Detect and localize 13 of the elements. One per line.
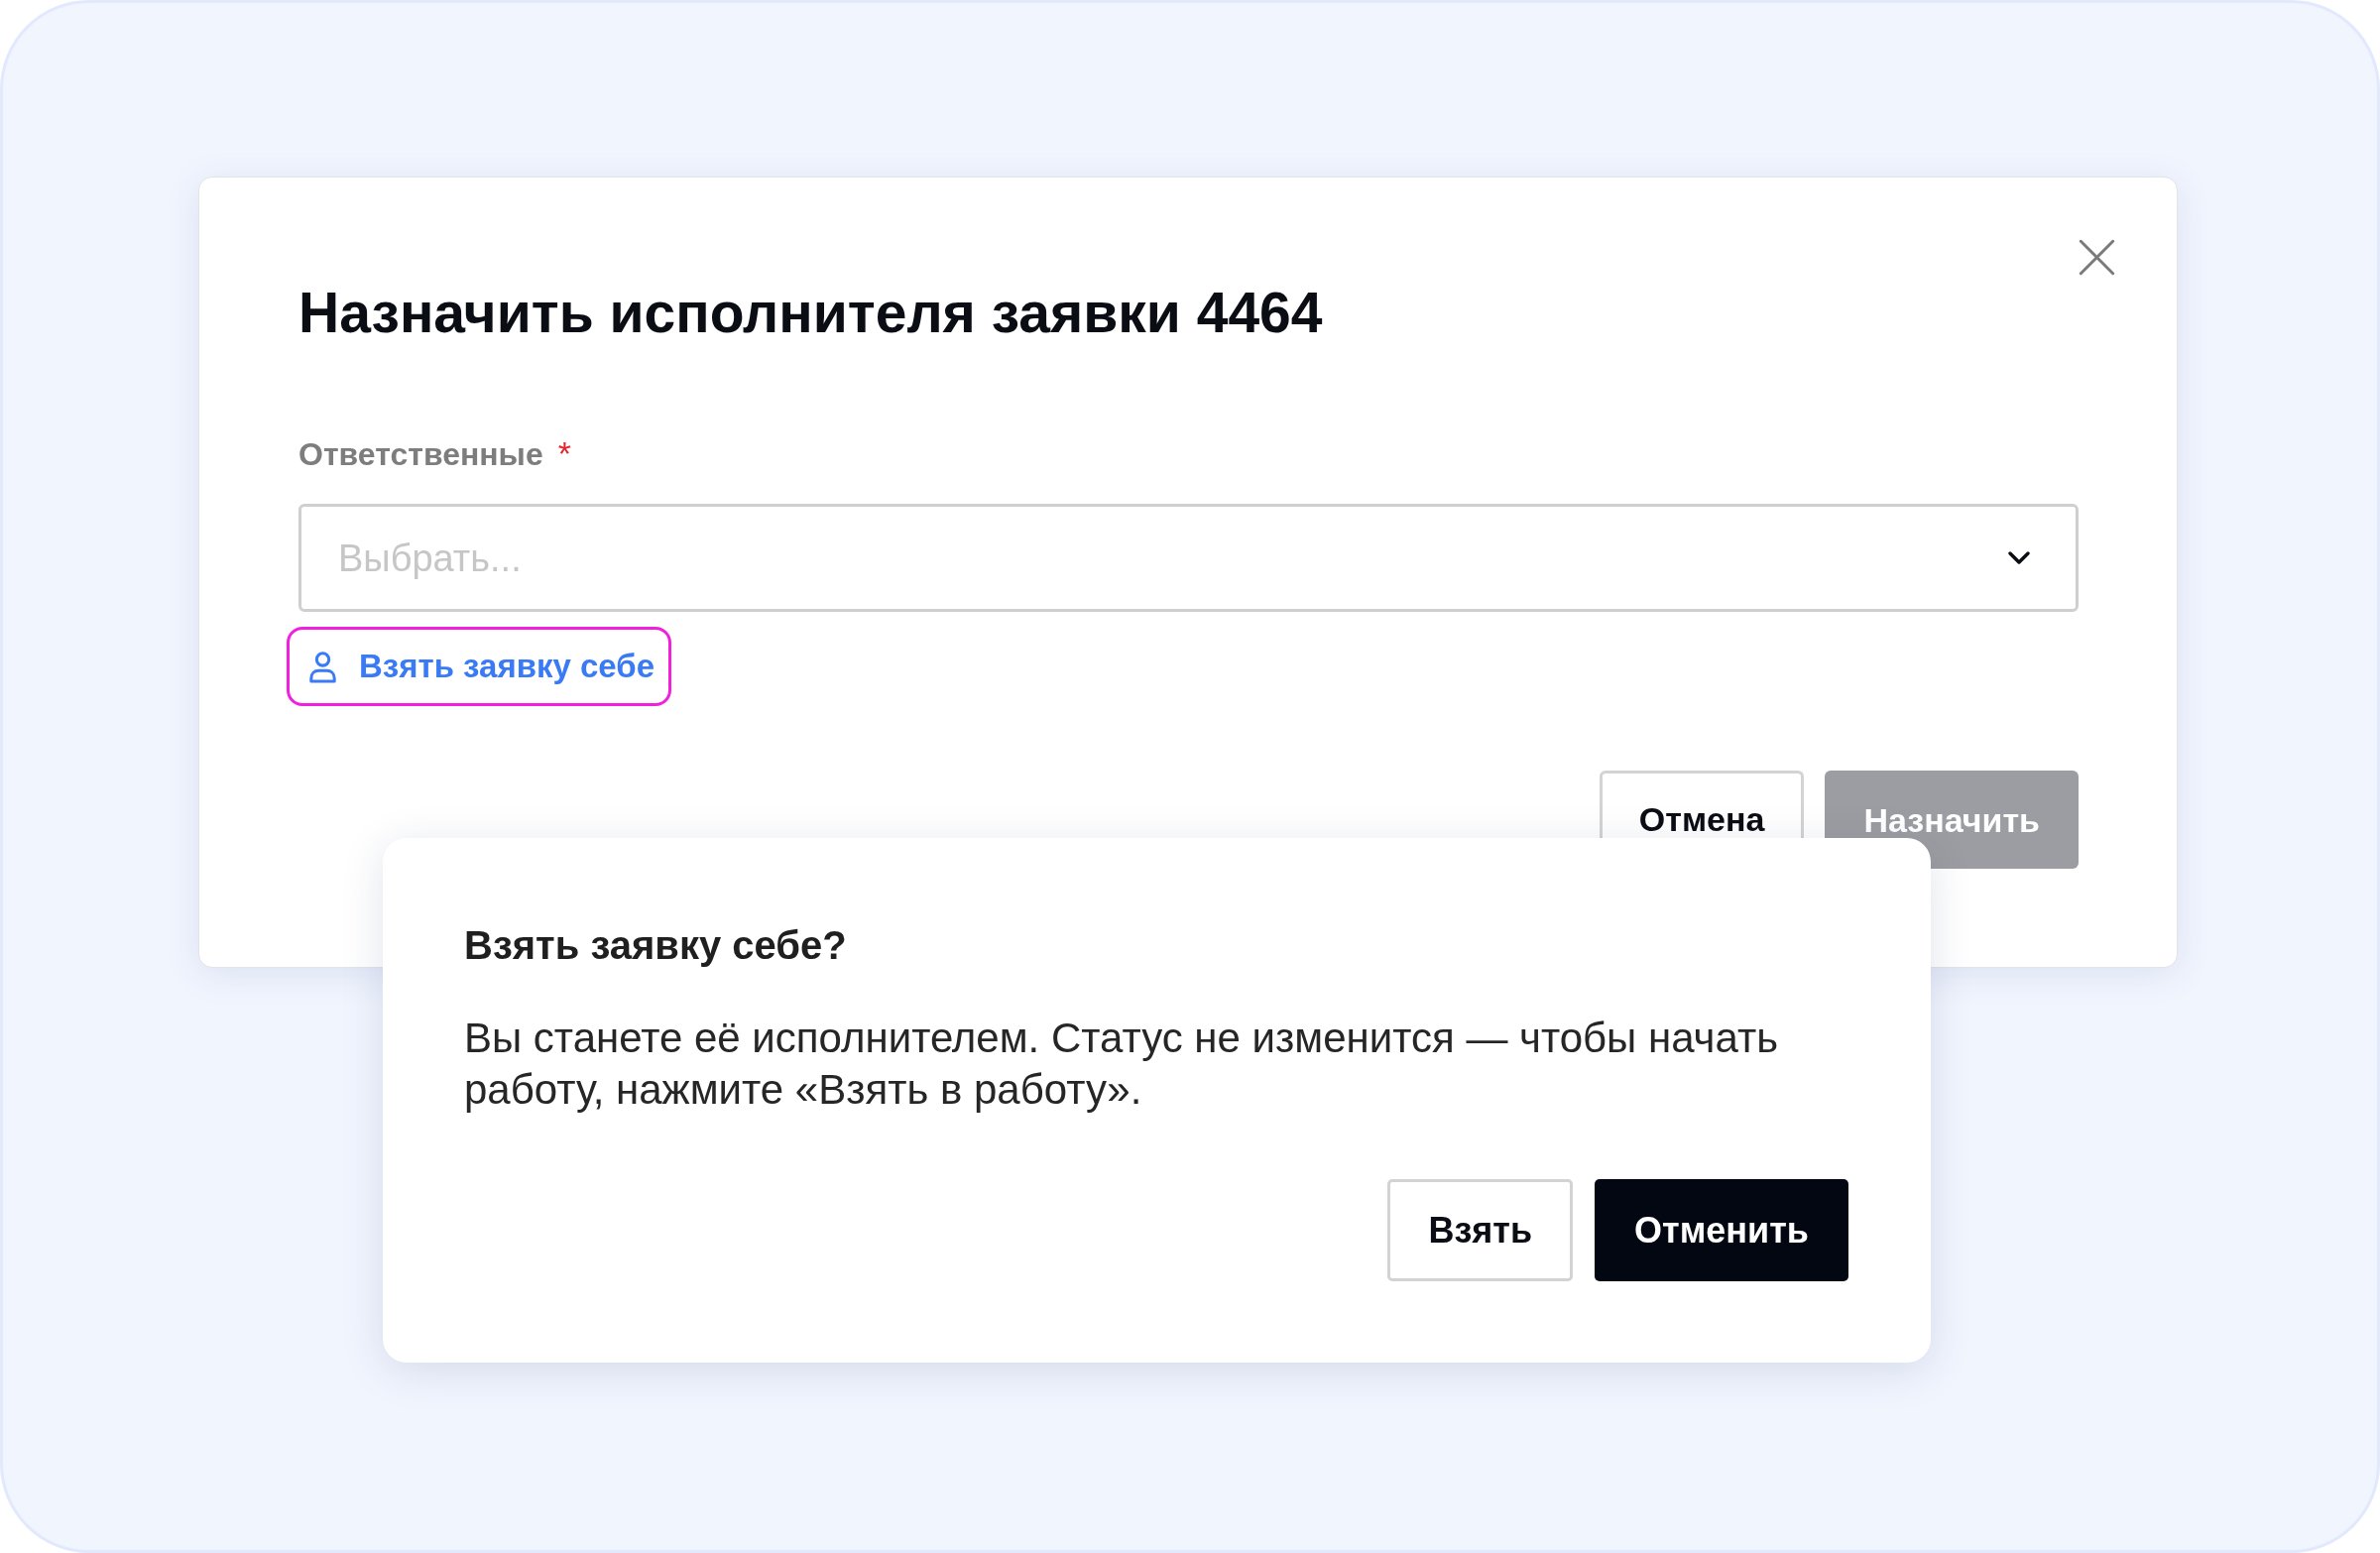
close-button[interactable] [2079, 239, 2115, 276]
chevron-down-icon [2008, 551, 2030, 564]
popup-title: Взять заявку себе? [464, 925, 848, 965]
dialog-title: Назначить исполнителя заявки 4464 [298, 285, 1323, 341]
dismiss-button[interactable]: Отменить [1595, 1179, 1848, 1281]
required-asterisk: * [557, 436, 571, 470]
take-self-link[interactable]: Взять заявку себе [287, 627, 671, 706]
cancel-button[interactable]: Отмена [1599, 771, 1805, 838]
popup-message: Вы станете её исполнителем. Статус не изменится — чтобы начать работу, нажмите «Взять в работу». [464, 1014, 1780, 1115]
person-icon [306, 650, 339, 683]
take-button[interactable]: Взять [1387, 1179, 1574, 1281]
field-label: Ответственные [298, 438, 543, 470]
close-icon [2079, 239, 2115, 276]
